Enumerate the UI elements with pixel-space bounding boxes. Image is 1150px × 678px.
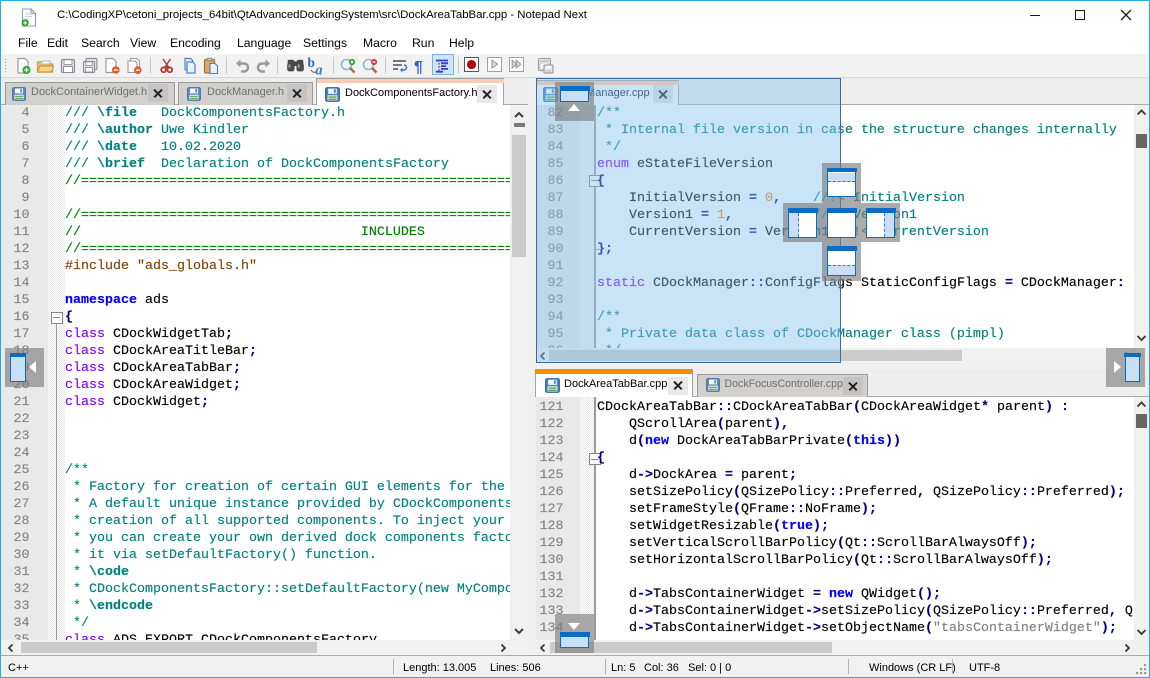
svg-text:a: a — [315, 62, 322, 76]
svg-text:b: b — [308, 56, 315, 70]
svg-text:¶: ¶ — [414, 59, 423, 75]
